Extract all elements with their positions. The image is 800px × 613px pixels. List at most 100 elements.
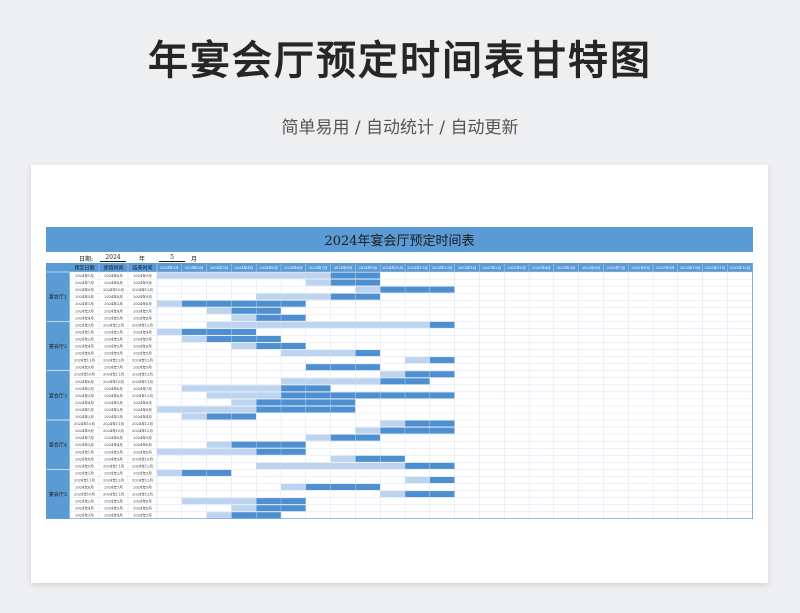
gantt-sheet: 2024年宴会厅预定时间表 日期: 2024 年 5 月 预定日期 使用时间 结束时… — [46, 227, 753, 519]
date-label: 日期: — [79, 256, 94, 263]
gantt-booking-bar — [281, 350, 306, 357]
gantt-booking-bar — [305, 321, 331, 328]
gantt-booking-bar — [231, 399, 257, 406]
row-date-cell: 2024年9月 — [75, 365, 94, 370]
hall-label: 宴会厅5 — [49, 491, 67, 498]
gantt-booking-bar — [355, 462, 381, 469]
gantt-booking-bar — [206, 272, 232, 279]
gantt-booking-bar — [380, 462, 405, 469]
month-header: 2024年12月 — [432, 265, 453, 270]
row-date-cell: 2024年9月 — [104, 456, 123, 461]
gantt-usage-bar — [429, 286, 455, 293]
month-header: 2024年1月 — [160, 265, 179, 270]
gantt-booking-bar — [181, 385, 207, 392]
gantt-booking-bar — [405, 357, 430, 364]
row-date-cell: 2024年10月 — [74, 372, 95, 377]
row-date-cell: 2024年5月 — [104, 315, 123, 320]
row-date-cell: 2024年9月 — [75, 287, 94, 292]
row-date-cell: 2024年12月 — [103, 322, 124, 327]
gantt-usage-bar — [281, 498, 306, 505]
gantt-usage-bar — [330, 272, 356, 279]
year-value[interactable]: 2024 — [100, 254, 126, 262]
row-date-cell: 2024年11月 — [103, 421, 124, 426]
gantt-usage-bar — [281, 314, 306, 321]
row-date-cell: 2024年8月 — [104, 273, 123, 278]
column-header: 结束时间 — [132, 265, 152, 272]
row-date-cell: 2024年5月 — [104, 344, 123, 349]
row-date-cell: 2024年4月 — [75, 400, 94, 405]
row-date-cell: 2024年7月 — [75, 280, 94, 285]
row-date-cell: 2024年12月 — [132, 322, 153, 327]
gantt-booking-bar — [157, 300, 182, 307]
row-date-cell: 2024年1月 — [75, 273, 94, 278]
row-date-cell: 2024年10月 — [74, 421, 95, 426]
gantt-usage-bar — [181, 469, 207, 476]
month-header: 2024年3月 — [210, 265, 229, 270]
gantt-usage-bar — [429, 357, 455, 364]
gantt-usage-bar — [405, 286, 430, 293]
gantt-booking-bar — [231, 392, 257, 399]
gantt-booking-bar — [231, 321, 257, 328]
row-date-cell: 2024年3月 — [75, 513, 94, 518]
gantt-booking-bar — [206, 385, 232, 392]
gantt-booking-bar — [281, 321, 306, 328]
month-header: 2024年7月 — [309, 265, 328, 270]
gantt-usage-bar — [256, 441, 281, 448]
row-date-cell: 2024年11月 — [74, 358, 95, 363]
row-date-cell: 2024年9月 — [133, 294, 152, 299]
gantt-usage-bar — [405, 371, 430, 378]
gantt-usage-bar — [281, 505, 306, 512]
gantt-usage-bar — [256, 300, 281, 307]
gantt-booking-bar — [330, 321, 356, 328]
gantt-usage-bar — [355, 279, 381, 286]
row-date-cell: 2024年10月 — [132, 456, 153, 461]
row-date-cell: 2024年7月 — [104, 365, 123, 370]
gantt-usage-bar — [380, 392, 405, 399]
row-date-cell: 2024年3月 — [133, 470, 152, 475]
row-date-cell: 2024年6月 — [133, 442, 152, 447]
gantt-usage-bar — [231, 512, 257, 519]
gantt-usage-bar — [231, 441, 257, 448]
row-date-cell: 2024年6月 — [133, 301, 152, 306]
gantt-usage-bar — [281, 392, 306, 399]
gantt-usage-bar — [305, 385, 331, 392]
gantt-usage-bar — [305, 406, 331, 413]
month-header: 2025年2月 — [482, 265, 501, 270]
hall-label: 宴会厅4 — [49, 442, 67, 449]
month-header: 2025年4月 — [532, 265, 551, 270]
month-value[interactable]: 5 — [159, 254, 185, 262]
gantt-booking-bar — [256, 462, 281, 469]
gantt-booking-bar — [231, 406, 257, 413]
gantt-usage-bar — [355, 455, 381, 462]
gantt-usage-bar — [181, 328, 207, 335]
gantt-booking-bar — [256, 272, 281, 279]
row-date-cell: 2024年2月 — [75, 336, 94, 341]
gantt-booking-bar — [256, 392, 281, 399]
sheet-banner: 2024年宴会厅预定时间表 — [46, 227, 753, 252]
gantt-booking-bar — [181, 406, 207, 413]
row-date-cell: 2024年6月 — [75, 485, 94, 490]
gantt-usage-bar — [206, 335, 232, 342]
row-date-cell: 2024年9月 — [133, 280, 152, 285]
gantt-usage-bar — [405, 378, 430, 385]
row-date-cell: 2024年12月 — [132, 463, 153, 468]
row-date-cell: 2024年6月 — [104, 386, 123, 391]
gantt-booking-bar — [330, 455, 356, 462]
gantt-usage-bar — [206, 469, 232, 476]
gantt-booking-bar — [181, 448, 207, 455]
gantt-usage-bar — [405, 462, 430, 469]
gantt-booking-bar — [405, 321, 430, 328]
gantt-booking-bar — [206, 512, 232, 519]
gantt-booking-bar — [355, 321, 381, 328]
month-header: 2025年1月 — [458, 265, 477, 270]
row-date-cell: 2024年9月 — [133, 485, 152, 490]
row-date-cell: 2024年12月 — [132, 428, 153, 433]
row-date-cell: 2024年7月 — [133, 386, 152, 391]
month-header: 2025年11月 — [705, 265, 726, 270]
gantt-booking-bar — [305, 279, 331, 286]
gantt-booking-bar — [305, 350, 331, 357]
month-header: 2024年10月 — [382, 265, 403, 270]
row-date-cell: 2024年4月 — [75, 344, 94, 349]
date-params: 日期: 2024 年 5 月 — [46, 252, 753, 263]
gantt-usage-bar — [429, 462, 455, 469]
